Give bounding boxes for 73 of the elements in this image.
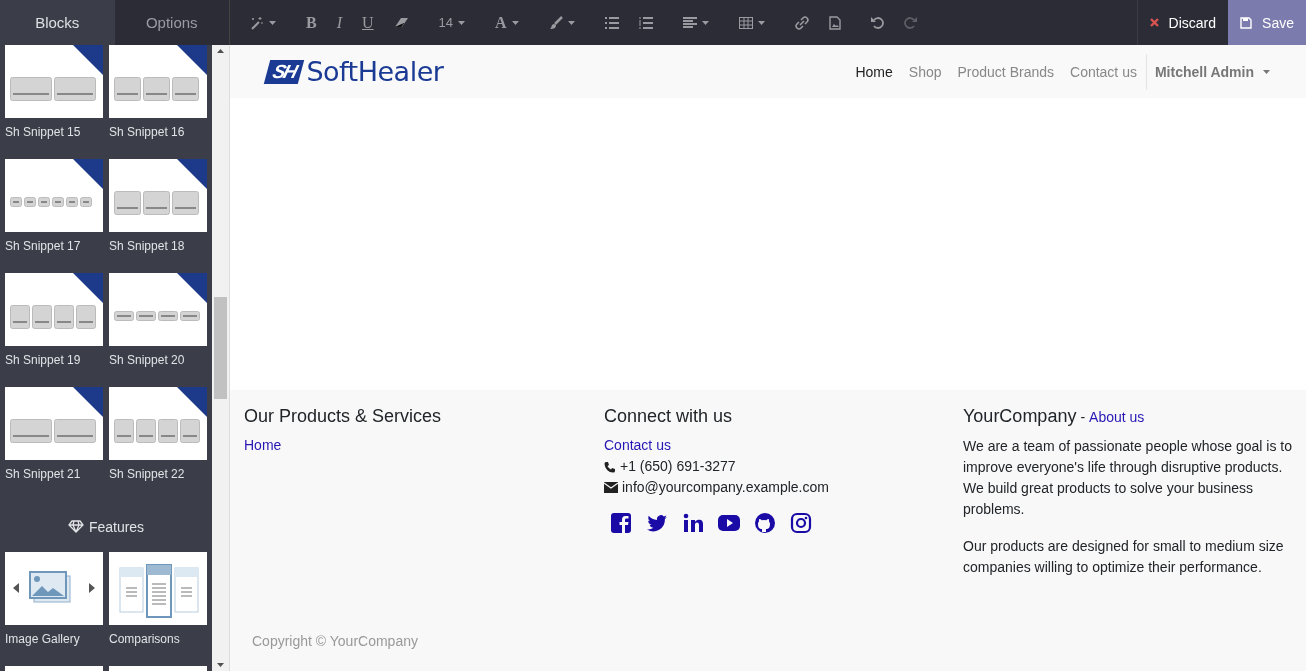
nav-link[interactable]: Shop — [900, 63, 950, 80]
sidebar-tab[interactable]: Blocks — [0, 0, 115, 45]
snippet-label: Sh Snippet 20 — [109, 353, 185, 367]
save-button[interactable]: Save — [1228, 0, 1306, 45]
font-color-button[interactable]: A — [487, 7, 527, 38]
corner-ribbon-icon — [177, 159, 207, 189]
phone-icon — [604, 460, 616, 473]
footer-heading: Our Products & Services — [244, 406, 442, 426]
footer-heading: YourCompany — [963, 406, 1077, 426]
snippet-label: Sh Snippet 15 — [5, 125, 81, 139]
snippet-label: Sh Snippet 22 — [109, 467, 185, 481]
footer-paragraph: Our products are designed for small to medium size companies willing to optimize their performance. — [963, 537, 1285, 577]
footer-link[interactable]: Contact us — [604, 435, 671, 456]
caret-icon — [1263, 69, 1270, 74]
snippet-thumbnail[interactable] — [5, 159, 103, 232]
font-size-button[interactable]: 14 — [430, 7, 474, 38]
table-icon — [738, 16, 753, 29]
nav-link[interactable]: Contact us — [1062, 63, 1145, 80]
snippet-thumbnail[interactable] — [109, 552, 207, 625]
diamond-icon — [67, 520, 84, 533]
snippet-thumbnail[interactable] — [109, 159, 207, 232]
user-menu[interactable]: Mitchell Admin — [1145, 53, 1270, 90]
snippet-thumbnail[interactable] — [5, 552, 103, 625]
scroll-down-icon[interactable] — [217, 663, 224, 667]
snippet-label: Sh Snippet 21 — [5, 467, 81, 481]
snippet-label: Sh Snippet 17 — [5, 239, 81, 253]
bold-button[interactable]: B — [298, 7, 325, 38]
underline-button[interactable]: U — [354, 7, 382, 38]
corner-ribbon-icon — [177, 273, 207, 303]
nav-link[interactable]: Home — [847, 63, 901, 80]
brush-icon — [548, 15, 563, 30]
video-play-icon[interactable] — [718, 512, 740, 534]
close-icon — [1149, 18, 1159, 27]
snippet-thumbnail[interactable] — [109, 45, 207, 118]
snippet-label: Sh Snippet 19 — [5, 353, 81, 367]
envelope-icon — [604, 482, 618, 493]
magic-wand-icon — [250, 15, 264, 30]
copyright-text: Copyright © YourCompany — [251, 633, 419, 649]
corner-ribbon-icon — [73, 387, 103, 417]
snippet-thumbnail[interactable] — [5, 273, 103, 346]
italic-button[interactable]: I — [328, 7, 350, 38]
snippet-label: Sh Snippet 18 — [109, 239, 185, 253]
snippet-thumbnail[interactable] — [5, 45, 103, 118]
logo-mark: SH — [263, 59, 305, 84]
about-us-link[interactable]: About us — [1089, 409, 1145, 425]
snippet-label: Comparisons — [109, 632, 180, 646]
camera-icon[interactable] — [790, 512, 812, 534]
align-icon — [682, 16, 697, 29]
corner-ribbon-icon — [177, 387, 207, 417]
cat-icon[interactable] — [754, 512, 776, 534]
corner-ribbon-icon — [177, 45, 207, 75]
scroll-up-icon[interactable] — [217, 49, 224, 53]
phone-number: +1 (650) 691-3277 — [620, 457, 736, 476]
snippet-label: Image Gallery — [5, 632, 80, 646]
snippet-label: Sh Snippet 16 — [109, 125, 185, 139]
snippet-thumbnail[interactable] — [109, 387, 207, 460]
footer-link[interactable]: Home — [244, 435, 282, 456]
snippet-thumbnail[interactable] — [5, 387, 103, 460]
corner-ribbon-icon — [73, 159, 103, 189]
linkedin-icon[interactable] — [682, 512, 704, 534]
section-heading: Features — [88, 518, 145, 535]
corner-ribbon-icon — [73, 273, 103, 303]
footer-heading: Connect with us — [604, 406, 733, 426]
logo-text: SoftHealer — [306, 56, 444, 87]
facebook-icon[interactable] — [610, 512, 632, 534]
snippet-thumbnail[interactable] — [109, 273, 207, 346]
scrollbar-thumb[interactable] — [214, 297, 227, 399]
corner-ribbon-icon — [73, 45, 103, 75]
nav-link[interactable]: Product Brands — [949, 63, 1062, 80]
footer-paragraph: We are a team of passionate people whose goal is to improve everyone's life through disruptive products. We build great products to solve your business problems. — [963, 437, 1292, 519]
email-address: info@yourcompany.example.com — [622, 478, 829, 497]
dash-separator: - — [1080, 409, 1086, 425]
twitter-icon[interactable] — [646, 512, 668, 534]
